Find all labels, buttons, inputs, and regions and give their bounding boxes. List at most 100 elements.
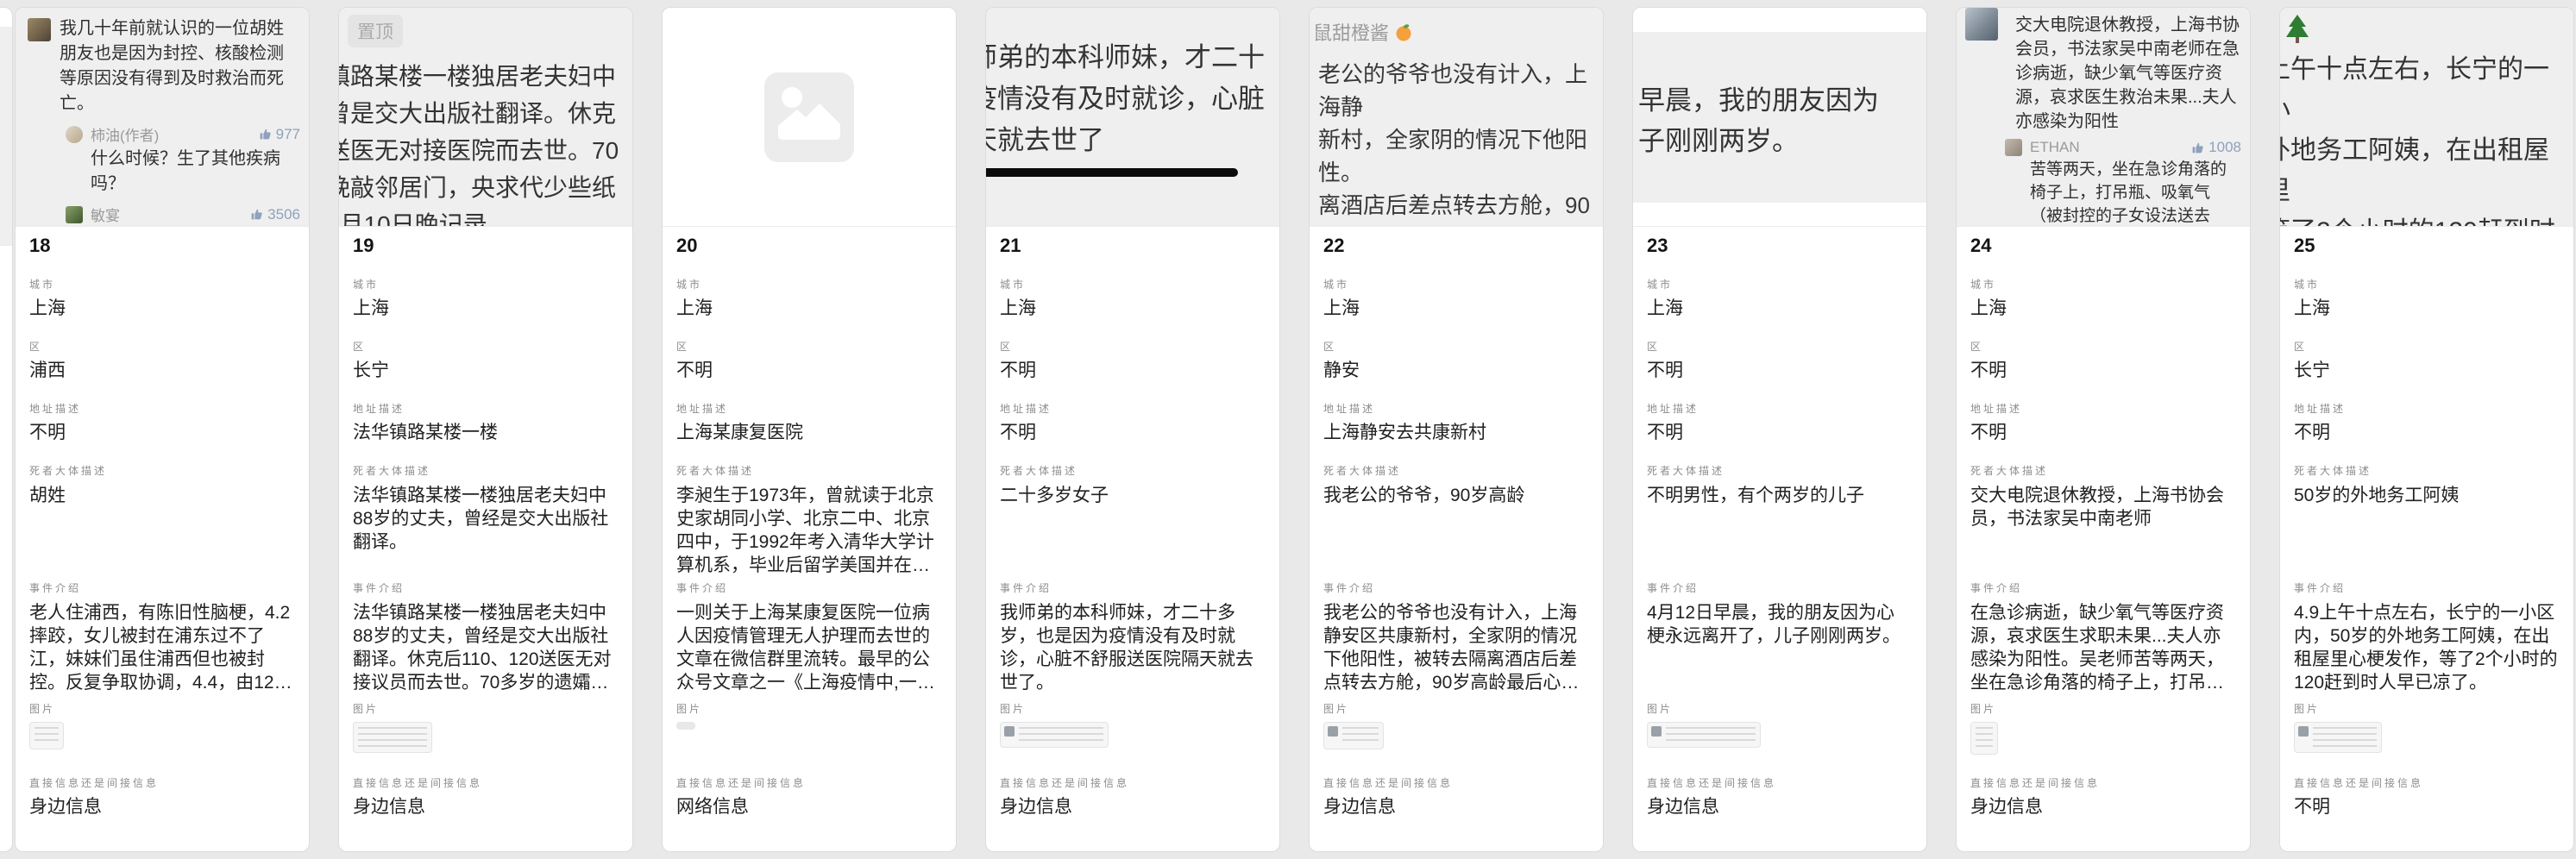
field-label-event: 事件介绍	[1323, 582, 1589, 594]
event-value: 法华镇路某楼一楼独居老夫妇中88岁的丈夫，曾经是交大出版社翻译。休克后110、1…	[353, 601, 619, 694]
pinned-badge: 置顶	[348, 15, 403, 47]
district-value: 长宁	[353, 360, 619, 382]
avatar	[2005, 139, 2022, 156]
address-value: 不明	[29, 422, 295, 444]
event-value: 4.9上午十点左右，长宁的一小区内，50岁的外地务工阿姨，在出租屋里心梗发作，等…	[2294, 601, 2560, 694]
like-count: 977	[276, 126, 300, 143]
city-value: 上海	[676, 298, 942, 320]
field-label-image: 图片	[1647, 703, 1913, 715]
deceased-value: 50岁的外地务工阿姨	[2294, 484, 2560, 577]
deceased-value: 法华镇路某楼一楼独居老夫妇中88岁的丈夫，曾经是交大出版社翻译。	[353, 484, 619, 577]
field-label-event: 事件介绍	[1647, 582, 1913, 594]
city-value: 上海	[1323, 298, 1589, 320]
screenshot-text: 镇路某楼一楼独居老夫妇中 曾是交大出版社翻译。休克 送医无对接医院而去世。70 …	[339, 58, 632, 227]
screenshot-thumbnail	[1647, 722, 1761, 748]
field-label-image: 图片	[1970, 703, 2236, 715]
reply-text: 什么时候？生了其他疾病吗？	[91, 147, 300, 197]
field-label-deceased: 死者大体描述	[353, 465, 619, 477]
screenshot-preview	[663, 8, 956, 227]
field-label-deceased: 死者大体描述	[29, 465, 295, 477]
field-label-deceased: 死者大体描述	[1000, 465, 1266, 477]
field-label-direct: 直接信息还是间接信息	[2294, 777, 2560, 789]
city-value: 上海	[1970, 298, 2236, 320]
direct-value: 身边信息	[29, 796, 295, 818]
field-label-district: 区	[1323, 341, 1589, 353]
like-count: 3506	[267, 206, 300, 223]
deceased-value: 李昶生于1973年，曾就读于北京史家胡同小学、北京二中、北京四中，于1992年考…	[676, 484, 942, 577]
field-label-district: 区	[1970, 341, 2236, 353]
card-23[interactable]: 早晨，我的朋友因为 子刚刚两岁。 23 城市 上海 区 不明 地址描述 不明 死…	[1632, 7, 1927, 852]
field-label-direct: 直接信息还是间接信息	[1000, 777, 1266, 789]
field-label-district: 区	[29, 341, 295, 353]
field-label-address: 地址描述	[29, 403, 295, 415]
field-label-city: 城市	[29, 279, 295, 291]
district-value: 浦西	[29, 360, 295, 382]
field-label-image: 图片	[676, 703, 942, 715]
field-label-image: 图片	[1323, 703, 1589, 715]
deceased-value: 胡姓	[29, 484, 295, 577]
deceased-value: 我老公的爷爷，90岁高龄	[1323, 484, 1589, 577]
field-label-event: 事件介绍	[29, 582, 295, 594]
screenshot-preview: 我几十年前就认识的一位胡姓朋友也是因为封控、核酸检测等原因没有得到及时救治而死亡…	[16, 8, 309, 227]
field-label-city: 城市	[1000, 279, 1266, 291]
deceased-value: 交大电院退休教授，上海书协会员，书法家吴中南老师	[1970, 484, 2236, 577]
direct-value: 身边信息	[1970, 796, 2236, 818]
deceased-value: 不明男性，有个两岁的儿子	[1647, 484, 1913, 577]
field-label-image: 图片	[2294, 703, 2560, 715]
thumbs-up-icon	[250, 208, 263, 221]
card-25[interactable]: 上午十点左右，长宁的一小 外地务工阿姨，在出租屋里 等了2个小时的120赶到时人…	[2279, 7, 2574, 852]
commenter-name: ETHAN	[2030, 139, 2080, 156]
comment-text: 我几十年前就认识的一位胡姓朋友也是因为封控、核酸检测等原因没有得到及时救治而死亡…	[60, 16, 300, 116]
field-label-deceased: 死者大体描述	[676, 465, 942, 477]
underline-bar	[986, 168, 1238, 177]
reply-text: 苦等两天，坐在急诊角落的椅子上，打吊瓶、吸氧气（被封控的子女设法送去的，杯水车薪…	[2030, 158, 2241, 227]
city-value: 上海	[1000, 298, 1266, 320]
field-label-deceased: 死者大体描述	[1323, 465, 1589, 477]
screenshot-preview: 上午十点左右，长宁的一小 外地务工阿姨，在出租屋里 等了2个小时的120赶到时人	[2280, 8, 2573, 227]
card-20[interactable]: 20 城市 上海 区 不明 地址描述 上海某康复医院 死者大体描述 李昶生于19…	[662, 7, 957, 852]
image-placeholder-icon	[764, 72, 854, 162]
card-number: 21	[1000, 234, 1266, 258]
city-value: 上海	[1647, 298, 1913, 320]
screenshot-preview: 置顶 镇路某楼一楼独居老夫妇中 曾是交大出版社翻译。休克 送医无对接医院而去世。…	[339, 8, 632, 227]
field-label-district: 区	[1000, 341, 1266, 353]
screenshot-preview: 鼠甜橙酱 老公的爷爷也没有计入，上海静 新村，全家阴的情况下他阳性。 离酒店后差…	[1310, 8, 1603, 227]
comment-text: 交大电院退休教授，上海书协会员，书法家吴中南老师在急诊病逝，缺少氧气等医疗资源，…	[2015, 13, 2241, 134]
field-label-address: 地址描述	[353, 403, 619, 415]
field-label-image: 图片	[353, 703, 619, 715]
screenshot-thumbnail	[1000, 722, 1109, 748]
gallery-page: { "labels": { "city": "城市", "district": …	[0, 0, 2576, 859]
card-19[interactable]: 置顶 镇路某楼一楼独居老夫妇中 曾是交大出版社翻译。休克 送医无对接医院而去世。…	[338, 7, 633, 852]
card-18[interactable]: 我几十年前就认识的一位胡姓朋友也是因为封控、核酸检测等原因没有得到及时救治而死亡…	[15, 7, 310, 852]
card-24[interactable]: 交大电院退休教授，上海书协会员，书法家吴中南老师在急诊病逝，缺少氧气等医疗资源，…	[1956, 7, 2251, 852]
avatar	[66, 126, 83, 143]
event-value: 老人住浦西，有陈旧性脑梗，4.2摔跤，女儿被封在浦东过不了江，妹妹们虽住浦西但也…	[29, 601, 295, 694]
address-value: 不明	[1970, 422, 2236, 444]
field-label-deceased: 死者大体描述	[1970, 465, 2236, 477]
screenshot-preview: 交大电院退休教授，上海书协会员，书法家吴中南老师在急诊病逝，缺少氧气等医疗资源，…	[1957, 8, 2250, 227]
event-value: 4月12日早晨，我的朋友因为心梗永远离开了，儿子刚刚两岁。	[1647, 601, 1913, 694]
district-value: 不明	[1000, 360, 1266, 382]
field-label-direct: 直接信息还是间接信息	[1647, 777, 1913, 789]
card-22[interactable]: 鼠甜橙酱 老公的爷爷也没有计入，上海静 新村，全家阴的情况下他阳性。 离酒店后差…	[1309, 7, 1604, 852]
field-label-address: 地址描述	[1323, 403, 1589, 415]
event-value: 一则关于上海某康复医院一位病人因疫情管理无人护理而去世的文章在微信群里流转。最早…	[676, 601, 942, 694]
commenter-name: 敏宴	[91, 204, 120, 225]
city-value: 上海	[353, 298, 619, 320]
field-label-city: 城市	[1323, 279, 1589, 291]
city-value: 上海	[29, 298, 295, 320]
district-value: 不明	[1647, 360, 1913, 382]
thumbs-up-icon	[2191, 141, 2204, 154]
tree-emoji-icon	[2285, 15, 2309, 44]
field-label-city: 城市	[676, 279, 942, 291]
screenshot-thumbnail	[2294, 722, 2382, 753]
card-21[interactable]: 师弟的本科师妹，才二十 疫情没有及时就诊，心脏 天就去世了 21 城市 上海 区…	[985, 7, 1280, 852]
event-value: 我师弟的本科师妹，才二十多岁，也是因为疫情没有及时就诊，心脏不舒服送医院隔天就去…	[1000, 601, 1266, 694]
field-label-address: 地址描述	[1647, 403, 1913, 415]
deceased-value: 二十多岁女子	[1000, 484, 1266, 577]
field-label-event: 事件介绍	[676, 582, 942, 594]
avatar	[66, 206, 83, 223]
address-value: 不明	[1647, 422, 1913, 444]
district-value: 静安	[1323, 360, 1589, 382]
district-value: 长宁	[2294, 360, 2560, 382]
